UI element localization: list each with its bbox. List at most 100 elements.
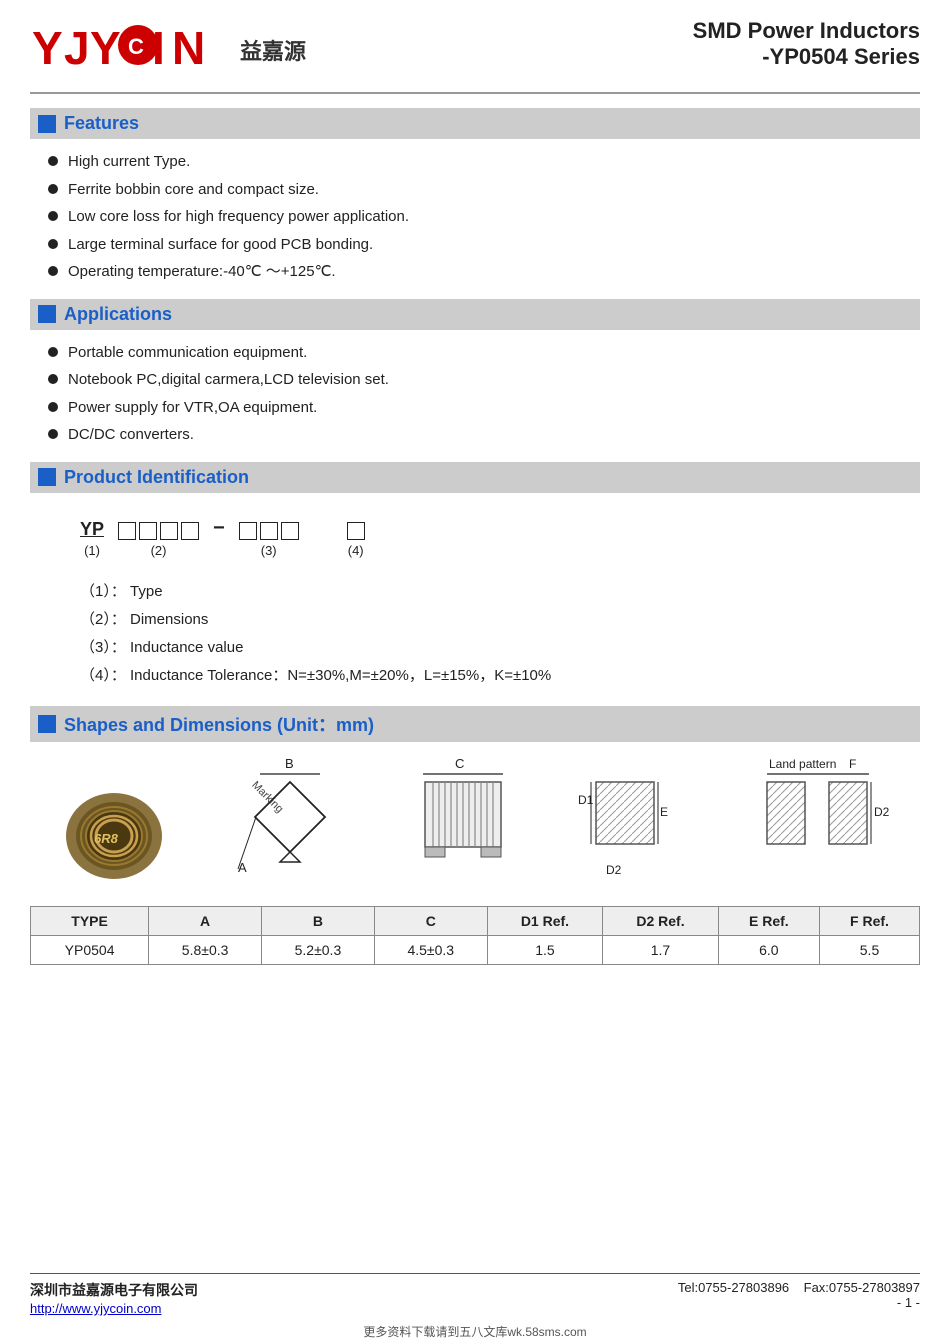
svg-text:A: A <box>238 860 247 875</box>
prod-desc-text-4: Inductance Tolerance：N=±30%,M=±20%，L=±15… <box>130 667 551 684</box>
feature-text-3: Low core loss for high frequency power a… <box>68 206 409 229</box>
diamond-view: B Marking A <box>230 754 350 888</box>
bullet-dot <box>48 184 58 194</box>
col-c: C <box>374 906 487 935</box>
prod-part-2: (2) <box>118 522 199 558</box>
footer-fax: Fax:0755-27803897 <box>804 1280 920 1295</box>
bullet-dot <box>48 374 58 384</box>
feature-text-2: Ferrite bobbin core and compact size. <box>68 179 319 202</box>
col-e: E Ref. <box>718 906 819 935</box>
prod-desc-3: （3）： Inductance value <box>80 636 890 657</box>
svg-text:E: E <box>660 805 668 819</box>
applications-icon <box>38 305 56 323</box>
features-list: High current Type. Ferrite bobbin core a… <box>30 147 920 295</box>
prod-label-3: (3) <box>261 543 277 558</box>
svg-text:C: C <box>128 34 145 59</box>
prod-label-1: (1) <box>84 543 100 558</box>
feature-text-4: Large terminal surface for good PCB bond… <box>68 234 373 257</box>
prod-desc-2: （2）： Dimensions <box>80 608 890 629</box>
prod-box-2-2 <box>139 522 157 540</box>
app-text-4: DC/DC converters. <box>68 424 194 447</box>
features-title: Features <box>64 113 139 134</box>
shapes-section: Shapes and Dimensions (Unit：mm) 6 <box>30 702 920 965</box>
title-main: SMD Power Inductors <box>693 18 920 44</box>
svg-text:C: C <box>455 756 464 771</box>
prod-yp-label: YP <box>80 519 104 540</box>
shapes-title: Shapes and Dimensions (Unit：mm) <box>64 711 374 737</box>
features-header: Features <box>30 108 920 139</box>
prod-part-1: YP (1) <box>80 519 104 558</box>
svg-text:J: J <box>64 22 91 72</box>
prod-dash: − <box>213 517 225 558</box>
footer: 深圳市益嘉源电子有限公司 http://www.yjycoin.com Tel:… <box>30 1273 920 1319</box>
prod-box-3-1 <box>239 522 257 540</box>
footer-right: Tel:0755-27803896 Fax:0755-27803897 - 1 … <box>678 1280 920 1310</box>
cell-d2: 1.7 <box>603 935 719 964</box>
coil-svg: C <box>413 754 513 884</box>
title-sub: -YP0504 Series <box>693 44 920 70</box>
dimensions-table: TYPE A B C D1 Ref. D2 Ref. E Ref. F Ref.… <box>30 906 920 965</box>
cell-c: 4.5±0.3 <box>374 935 487 964</box>
prod-desc-num-2: （2）： <box>80 611 126 628</box>
cell-a: 5.8±0.3 <box>149 935 262 964</box>
prod-desc-1: （1）： Type <box>80 580 890 601</box>
app-text-2: Notebook PC,digital carmera,LCD televisi… <box>68 369 389 392</box>
prod-desc-list: （1）： Type （2）： Dimensions （3）： Inductanc… <box>30 570 920 698</box>
header-title: SMD Power Inductors -YP0504 Series <box>693 18 920 70</box>
prod-desc-text-1: Type <box>130 583 163 600</box>
prod-desc-text-2: Dimensions <box>130 611 208 628</box>
bullet-dot <box>48 239 58 249</box>
app-text-3: Power supply for VTR,OA equipment. <box>68 397 317 420</box>
prod-box-3-3 <box>281 522 299 540</box>
applications-header: Applications <box>30 299 920 330</box>
svg-text:D2: D2 <box>606 863 622 877</box>
prod-desc-text-3: Inductance value <box>130 639 243 656</box>
col-b: B <box>262 906 375 935</box>
diamond-svg: B Marking A <box>230 754 350 884</box>
svg-text:6R8: 6R8 <box>94 831 119 846</box>
product-id-header: Product Identification <box>30 462 920 493</box>
col-d2: D2 Ref. <box>603 906 719 935</box>
prod-part-4: (4) <box>347 522 365 558</box>
footer-note: 更多资料下载请到五八文库wk.58sms.com <box>30 1323 920 1344</box>
land-pattern: Land pattern F <box>749 754 889 888</box>
footer-left: 深圳市益嘉源电子有限公司 http://www.yjycoin.com <box>30 1280 198 1317</box>
prod-part-3: (3) <box>239 522 299 558</box>
prod-desc-num-3: （3）： <box>80 639 126 656</box>
prod-space <box>313 540 333 558</box>
shapes-header: Shapes and Dimensions (Unit：mm) <box>30 706 920 742</box>
svg-text:Land pattern: Land pattern <box>769 757 836 771</box>
coil-view: C <box>413 754 513 888</box>
svg-text:F: F <box>849 757 856 771</box>
prod-id-parts-row: YP (1) (2) − <box>80 517 890 558</box>
prod-boxes-3 <box>239 522 299 540</box>
svg-text:B: B <box>285 756 294 771</box>
cell-b: 5.2±0.3 <box>262 935 375 964</box>
features-icon <box>38 115 56 133</box>
app-item-4: DC/DC converters. <box>48 424 920 447</box>
svg-text:I: I <box>152 22 166 72</box>
footer-page: - 1 - <box>897 1295 920 1310</box>
cell-e: 6.0 <box>718 935 819 964</box>
land-pattern-item: Land pattern F <box>749 754 889 888</box>
bullet-dot <box>48 402 58 412</box>
cell-d1: 1.5 <box>487 935 603 964</box>
applications-title: Applications <box>64 304 172 325</box>
svg-text:D2: D2 <box>874 805 889 819</box>
feature-item-2: Ferrite bobbin core and compact size. <box>48 179 920 202</box>
product-id-icon <box>38 468 56 486</box>
svg-text:Y: Y <box>32 22 64 72</box>
component-svg: 6R8 <box>62 789 167 884</box>
col-type: TYPE <box>31 906 149 935</box>
side-svg: D1 E D2 <box>576 754 686 884</box>
prod-label-2: (2) <box>151 543 167 558</box>
prod-desc-4: （4）： Inductance Tolerance：N=±30%,M=±20%，… <box>80 664 890 685</box>
cell-type: YP0504 <box>31 935 149 964</box>
prod-box-2-3 <box>160 522 178 540</box>
bullet-dot <box>48 156 58 166</box>
logo-text: Y J Y C I N <box>30 18 230 82</box>
feature-item-3: Low core loss for high frequency power a… <box>48 206 920 229</box>
company-url[interactable]: http://www.yjycoin.com <box>30 1301 162 1316</box>
company-name: 深圳市益嘉源电子有限公司 <box>30 1280 198 1300</box>
bullet-dot <box>48 429 58 439</box>
